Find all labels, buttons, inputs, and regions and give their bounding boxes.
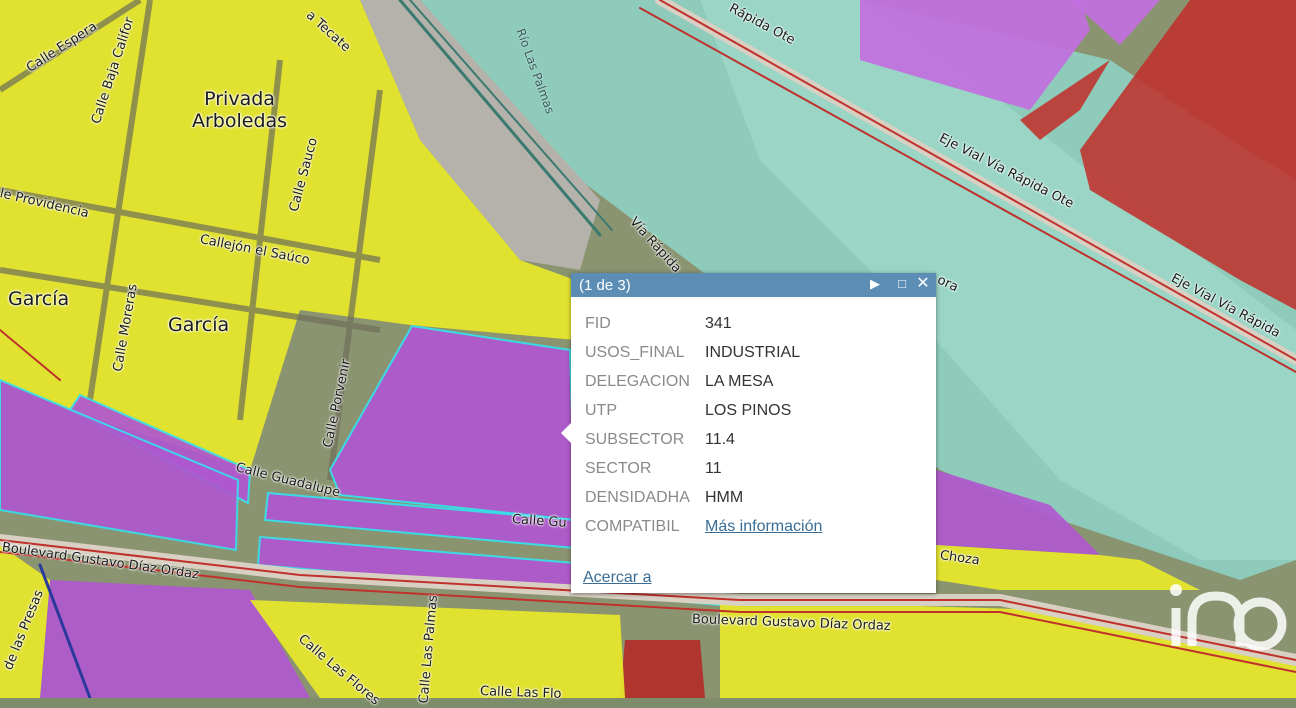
attribute-value: 341 xyxy=(705,314,732,332)
feature-popup: (1 de 3) ▶ □ ✕ FID 341 USOS_FINAL INDUSTRIA… xyxy=(561,273,936,593)
attribute-key: UTP xyxy=(585,401,617,419)
label-calle-las-flores-2: Calle Las Flo xyxy=(479,684,562,702)
popup-pointer xyxy=(561,423,571,443)
attribute-value: 11 xyxy=(705,459,722,477)
zone-commercial-s xyxy=(620,640,705,698)
popup-header: (1 de 3) ▶ □ ✕ xyxy=(571,273,936,297)
zoom-to-link[interactable]: Acercar a xyxy=(583,569,651,587)
attribute-table: FID 341 USOS_FINAL INDUSTRIAL DELEGACION LA M… xyxy=(581,309,826,541)
attribute-value: LOS PINOS xyxy=(705,401,792,419)
attribute-row-densidadha: DENSIDADHA HMM xyxy=(581,483,826,512)
attribute-key: FID xyxy=(585,314,611,332)
more-info-link[interactable]: Más información xyxy=(705,518,822,535)
attribute-key: DENSIDADHA xyxy=(585,488,690,506)
attribute-key: DELEGACION xyxy=(585,372,690,390)
attribute-row-sector: SECTOR 11 xyxy=(581,454,826,483)
attribute-value: LA MESA xyxy=(705,372,774,390)
attribute-row-fid: FID 341 xyxy=(581,309,826,338)
label-privada-arboledas: Privada Arboledas xyxy=(192,88,288,132)
attribute-key: SECTOR xyxy=(585,459,652,477)
popup-title: (1 de 3) xyxy=(579,277,631,294)
next-icon[interactable]: ▶ xyxy=(867,276,883,292)
attribute-key: SUBSECTOR xyxy=(585,430,685,448)
attribute-row-delegacion: DELEGACION LA MESA xyxy=(581,367,826,396)
label-garcia-1: García xyxy=(8,288,70,310)
attribute-row-compatibil: COMPATIBIL Más información xyxy=(581,512,826,541)
attribute-key: COMPATIBIL xyxy=(585,517,680,535)
attribute-key: USOS_FINAL xyxy=(585,343,685,361)
label-garcia-2: García xyxy=(168,314,230,336)
maximize-icon[interactable]: □ xyxy=(894,276,910,292)
attribute-value: HMM xyxy=(705,488,744,506)
attribute-value: 11.4 xyxy=(705,430,735,448)
attribute-row-usos_final: USOS_FINAL INDUSTRIAL xyxy=(581,338,826,367)
iad-watermark-logo xyxy=(1170,584,1287,651)
close-icon[interactable]: ✕ xyxy=(915,276,931,292)
attribute-row-subsector: SUBSECTOR 11.4 xyxy=(581,425,826,454)
attribute-row-utp: UTP LOS PINOS xyxy=(581,396,826,425)
attribute-value: INDUSTRIAL xyxy=(705,343,801,361)
